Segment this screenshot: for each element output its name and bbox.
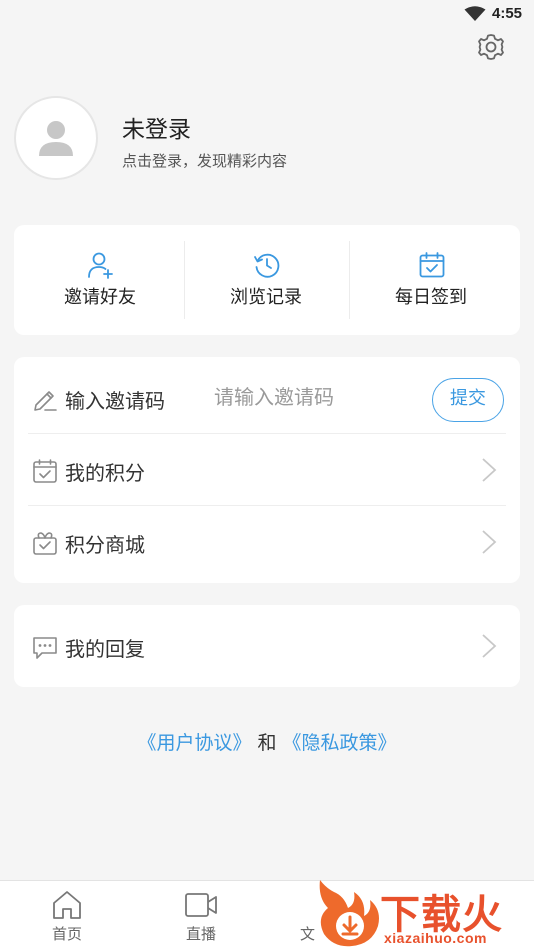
my-replies-row[interactable]: 我的回复: [14, 610, 520, 682]
invite-friends-label: 邀请好友: [64, 287, 136, 308]
my-replies-label: 我的回复: [65, 637, 145, 661]
xiazaihuo-watermark-logo: 下载火 xiazaihuo.com: [314, 878, 534, 949]
invite-code-row: 输入邀请码 提交: [14, 362, 520, 434]
wifi-icon: [464, 6, 486, 21]
chevron-right-icon: [482, 530, 497, 554]
profile-name: 未登录: [122, 117, 191, 143]
points-mall-row[interactable]: 积分商城: [14, 506, 520, 578]
chat-bubble-icon: [33, 637, 57, 659]
tab-home[interactable]: 首页: [0, 881, 134, 949]
chevron-right-icon: [482, 634, 497, 658]
home-icon: [53, 891, 81, 919]
avatar: [14, 96, 98, 180]
reply-card: 我的回复: [14, 605, 520, 687]
tab-home-label: 首页: [51, 925, 82, 943]
video-camera-icon: [185, 893, 217, 917]
calendar-check-icon: [419, 252, 445, 278]
submit-invite-button[interactable]: 提交: [432, 378, 504, 422]
invite-friends-button[interactable]: 邀请好友: [16, 225, 184, 335]
points-mall-label: 积分商城: [65, 533, 145, 557]
settings-gear-icon[interactable]: [476, 32, 506, 62]
points-calendar-icon: [33, 459, 57, 483]
flame-logo-icon: [319, 880, 379, 947]
invite-code-input[interactable]: [214, 382, 414, 412]
user-agreement-link[interactable]: 《用户协议》: [137, 732, 251, 754]
menu-card: 输入邀请码 提交 我的积分 积分商城: [14, 357, 520, 583]
privacy-policy-link[interactable]: 《隐私政策》: [283, 732, 397, 754]
daily-checkin-button[interactable]: 每日签到: [347, 225, 515, 335]
and-text: 和: [257, 732, 277, 754]
agreement-links: 《用户协议》和《隐私政策》: [0, 728, 534, 755]
watermark-url: xiazaihuo.com: [384, 930, 487, 946]
quick-actions-card: 邀请好友 浏览记录 每日签到: [14, 225, 520, 335]
tab-live[interactable]: 直播: [134, 881, 268, 949]
pencil-icon: [34, 391, 57, 411]
browse-history-label: 浏览记录: [230, 287, 302, 308]
browse-history-button[interactable]: 浏览记录: [182, 225, 350, 335]
my-points-label: 我的积分: [65, 461, 145, 485]
chevron-right-icon: [482, 458, 497, 482]
history-icon: [254, 253, 280, 278]
status-bar: 4:55: [0, 0, 534, 30]
invite-code-label: 输入邀请码: [65, 389, 165, 413]
my-points-row[interactable]: 我的积分: [14, 434, 520, 506]
login-profile[interactable]: 未登录 点击登录，发现精彩内容: [14, 96, 514, 180]
gift-box-icon: [33, 532, 57, 555]
status-time: 4:55: [492, 5, 523, 22]
tab-live-label: 直播: [185, 925, 216, 943]
profile-subtitle: 点击登录，发现精彩内容: [122, 152, 288, 170]
default-user-avatar-icon: [39, 121, 73, 156]
add-user-icon: [88, 252, 113, 279]
daily-checkin-label: 每日签到: [395, 287, 467, 308]
